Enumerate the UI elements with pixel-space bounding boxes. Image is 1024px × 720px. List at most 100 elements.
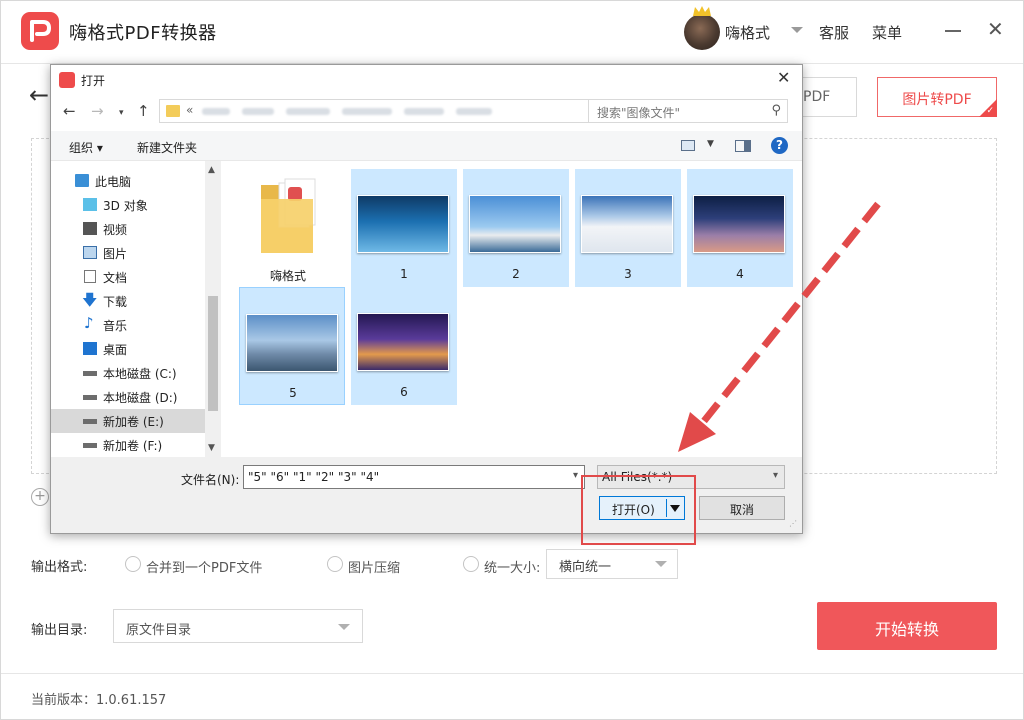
- output-format-label: 输出格式:: [31, 560, 88, 575]
- output-dir-value: 原文件目录: [126, 623, 192, 638]
- version-text: 当前版本：1.0.61.157: [31, 693, 167, 708]
- file-tile-folder[interactable]: 嗨格式: [235, 169, 341, 287]
- nav-item-label: 桌面: [103, 343, 128, 357]
- drive-icon: [83, 443, 97, 448]
- breadcrumb-blurred[interactable]: [286, 108, 330, 115]
- output-dir-select[interactable]: 原文件目录: [113, 609, 363, 643]
- add-icon[interactable]: +: [31, 488, 49, 506]
- nav-scrollbar[interactable]: ▲ ▼: [205, 161, 221, 457]
- nav-item-drive-f[interactable]: 新加卷 (F:): [51, 433, 205, 457]
- scroll-thumb[interactable]: [208, 296, 218, 411]
- nav-item-drive-e[interactable]: 新加卷 (E:): [51, 409, 205, 433]
- file-tile-6[interactable]: 6: [351, 287, 457, 405]
- download-icon: 🡇: [82, 291, 98, 309]
- desktop-icon: [83, 342, 97, 355]
- breadcrumb-blurred[interactable]: [342, 108, 392, 115]
- unify-size-radio[interactable]: [463, 556, 479, 572]
- new-folder-button[interactable]: 新建文件夹: [137, 139, 197, 156]
- nav-item-label: 新加卷 (F:): [103, 439, 163, 453]
- user-name[interactable]: 嗨格式: [725, 22, 770, 43]
- nav-item-drive-c[interactable]: 本地磁盘 (C:): [51, 361, 205, 385]
- close-icon[interactable]: ✕: [987, 19, 1004, 39]
- nav-item-pictures[interactable]: 图片: [51, 241, 205, 265]
- help-icon[interactable]: ?: [771, 137, 788, 154]
- merge-label[interactable]: 合并到一个PDF文件: [146, 557, 262, 576]
- divider: [1, 673, 1023, 674]
- address-bar[interactable]: « ▾ ↻: [159, 99, 631, 123]
- nav-item-3d[interactable]: 3D 对象: [51, 193, 205, 217]
- avatar[interactable]: [684, 14, 720, 50]
- nav-item-label: 本地磁盘 (C:): [103, 367, 177, 381]
- nav-item-video[interactable]: 视频: [51, 217, 205, 241]
- filename-input[interactable]: "5" "6" "1" "2" "3" "4" ▾: [243, 465, 585, 489]
- folder-icon: [261, 178, 316, 253]
- start-convert-button[interactable]: 开始转换: [817, 602, 997, 650]
- image-thumbnail: [357, 195, 449, 253]
- chevron-down-icon[interactable]: ▼: [208, 443, 215, 453]
- dialog-toolbar: 组织 ▾ 新建文件夹 ▼ ?: [51, 131, 802, 161]
- nav-item-label: 3D 对象: [103, 199, 148, 213]
- tab-image-to-pdf[interactable]: 图片转PDF ✓: [877, 77, 997, 117]
- dialog-title-bar: 打开 ✕: [51, 65, 802, 95]
- folder-icon: [166, 105, 180, 117]
- breadcrumb-blurred[interactable]: [456, 108, 492, 115]
- nav-item-downloads[interactable]: 🡇 下载: [51, 289, 205, 313]
- organize-menu[interactable]: 组织 ▾: [69, 139, 103, 156]
- breadcrumb-blurred[interactable]: [242, 108, 274, 115]
- merge-radio[interactable]: [125, 556, 141, 572]
- menu-button[interactable]: 菜单: [872, 22, 902, 43]
- document-icon: [84, 270, 96, 283]
- close-icon[interactable]: ✕: [777, 69, 790, 87]
- annotation-arrow-icon: [678, 201, 881, 452]
- app-title: 嗨格式PDF转换器: [69, 23, 217, 44]
- nav-item-this-pc[interactable]: 此电脑: [51, 169, 205, 193]
- file-tile-2[interactable]: 2: [463, 169, 569, 287]
- up-arrow-icon[interactable]: ↑: [137, 103, 150, 119]
- nav-item-music[interactable]: ♪ 音乐: [51, 313, 205, 337]
- compress-label[interactable]: 图片压缩: [348, 557, 400, 576]
- cancel-button[interactable]: 取消: [699, 496, 785, 520]
- breadcrumb-blurred[interactable]: [404, 108, 444, 115]
- nav-item-drive-d[interactable]: 本地磁盘 (D:): [51, 385, 205, 409]
- chevron-down-icon[interactable]: ▼: [707, 139, 714, 149]
- music-icon: ♪: [84, 314, 94, 332]
- chevron-down-icon: [655, 561, 667, 567]
- unify-size-select[interactable]: 横向统一: [546, 549, 678, 579]
- nav-item-label: 文档: [103, 271, 128, 285]
- search-icon[interactable]: ⚲: [771, 103, 781, 118]
- forward-arrow-icon[interactable]: →: [91, 103, 104, 119]
- nav-item-label: 下载: [103, 295, 128, 309]
- chevron-down-icon[interactable]: [791, 27, 803, 33]
- unify-size-label[interactable]: 统一大小:: [484, 557, 540, 576]
- compress-radio[interactable]: [327, 556, 343, 572]
- resize-grip-icon[interactable]: ⋰: [789, 519, 797, 528]
- check-icon: ✓: [986, 106, 994, 116]
- search-placeholder: 搜索"图像文件": [597, 106, 681, 120]
- chevron-down-icon[interactable]: ▾: [119, 105, 124, 121]
- breadcrumb-blurred[interactable]: [202, 108, 230, 115]
- title-bar: 嗨格式PDF转换器 嗨格式 客服 菜单 ✕: [1, 1, 1023, 63]
- navigation-pane: 此电脑 3D 对象 视频 图片 文档 🡇 下载 ♪ 音乐 桌面 本地磁盘 (C:…: [51, 161, 221, 457]
- chevron-down-icon[interactable]: ▾: [773, 470, 778, 481]
- file-label: 5: [289, 386, 297, 400]
- search-input[interactable]: 搜索"图像文件" ⚲: [588, 99, 788, 123]
- chevron-up-icon[interactable]: ▲: [208, 165, 215, 175]
- file-tile-5[interactable]: 5: [239, 287, 345, 405]
- minimize-icon[interactable]: [945, 30, 961, 32]
- view-icon[interactable]: [681, 140, 695, 151]
- filename-value: "5" "6" "1" "2" "3" "4": [248, 470, 380, 484]
- file-tile-1[interactable]: 1: [351, 169, 457, 287]
- service-button[interactable]: 客服: [819, 22, 849, 43]
- drive-icon: [83, 395, 97, 400]
- preview-pane-icon[interactable]: [735, 140, 751, 152]
- back-arrow-icon[interactable]: ←: [29, 83, 49, 107]
- chevron-down-icon[interactable]: ▾: [573, 470, 578, 481]
- nav-item-desktop[interactable]: 桌面: [51, 337, 205, 361]
- back-arrow-icon[interactable]: ←: [63, 103, 76, 119]
- nav-item-label: 本地磁盘 (D:): [103, 391, 178, 405]
- nav-item-documents[interactable]: 文档: [51, 265, 205, 289]
- video-icon: [83, 222, 97, 235]
- file-label: 1: [400, 267, 408, 281]
- output-dir-label: 输出目录:: [31, 623, 88, 638]
- file-label: 6: [400, 385, 408, 399]
